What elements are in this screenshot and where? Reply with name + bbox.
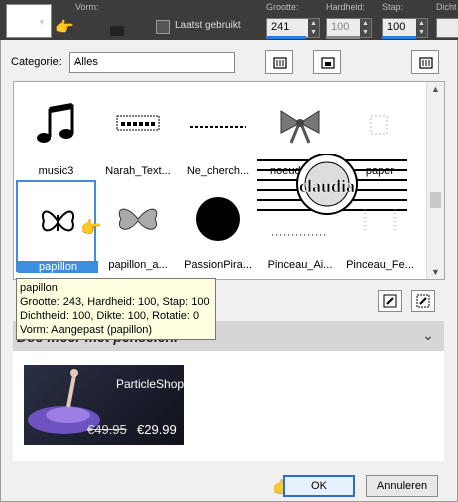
tooltip-size: Grootte: 243, Hardheid: 100, Stap: 100 (20, 296, 210, 308)
brush-item-label: music3 (38, 165, 74, 177)
particleshop-promo[interactable]: ParticleShop €49.95 €29.99 (24, 365, 184, 445)
brush-item-label: PassionPira... (184, 259, 252, 271)
scrollbar-thumb[interactable] (430, 192, 441, 208)
dotted-brush-icon (344, 184, 416, 254)
import-icon (321, 57, 335, 69)
grid-icon (273, 57, 287, 69)
brush-item-label: Pinceau_Ai... (267, 259, 333, 271)
text-brush-icon (182, 90, 254, 160)
size-slider-bar[interactable] (266, 36, 306, 39)
edit-brush-icon (416, 294, 430, 308)
speckle-brush-icon (264, 184, 336, 254)
chevron-down-icon[interactable]: ▼ (38, 18, 46, 27)
size-label: Grootte: (266, 2, 299, 12)
shape-label: Vorm: (75, 2, 99, 12)
brush-item[interactable]: papillon_a... (98, 180, 178, 272)
recent-label: Laatst gebruikt (175, 20, 241, 31)
hardness-value: 100 (331, 21, 350, 33)
brush-item[interactable]: Narah_Text... (98, 86, 178, 178)
hardness-spinner[interactable]: 100 ▲ ▼ (326, 18, 372, 38)
brush-gallery: music3 Narah_Text... Ne_cherch... noeud_… (13, 81, 445, 280)
step-spinner[interactable]: 100 ▲ ▼ (382, 18, 428, 38)
ok-button[interactable]: OK (283, 475, 355, 497)
density-label: Dicht (436, 2, 457, 12)
music-note-icon (20, 90, 92, 160)
edit-brush-button[interactable] (411, 290, 435, 312)
brush-item-label: Ne_cherch... (186, 165, 250, 177)
size-value: 241 (271, 21, 290, 33)
brush-item[interactable]: Pinceau_Ai... (260, 180, 340, 272)
density-spinner[interactable] (436, 18, 458, 38)
grid-icon (419, 57, 433, 69)
shape-swatch[interactable] (110, 26, 124, 36)
tooltip-name: papillon (20, 282, 58, 294)
brush-item-label: papillon_a... (108, 259, 168, 271)
hardness-label: Hardheid: (326, 2, 366, 12)
tooltip-density: Dichtheid: 100, Dikte: 100, Rotatie: 0 (20, 310, 200, 322)
hardness-slider-bar[interactable] (326, 36, 360, 39)
tooltip-shape: Vorm: Aangepast (papillon) (20, 324, 153, 336)
butterfly-art-icon (102, 184, 174, 254)
category-select[interactable]: Alles ⌄ (69, 52, 235, 73)
gallery-scrollbar[interactable]: ▲ ▼ (426, 82, 444, 279)
paris-text-icon (102, 90, 174, 160)
brush-item-label: papillon (18, 261, 98, 273)
brush-item[interactable]: Ne_cherch... (178, 86, 258, 178)
brush-item-label: Narah_Text... (105, 165, 171, 177)
pointing-hand-icon: 👉 (55, 19, 74, 36)
new-brush-button[interactable] (378, 290, 402, 312)
step-label: Stap: (382, 2, 404, 12)
chevron-up-icon[interactable]: ▲ (431, 84, 440, 94)
tool-options-bar: ▼ 👉 Vorm: Laatst gebruikt Grootte: 241 ▲… (0, 0, 458, 40)
spinner-arrows-icon[interactable]: ▲ ▼ (360, 19, 371, 37)
new-brush-icon (383, 294, 397, 308)
brush-item[interactable]: PassionPira... (178, 180, 258, 272)
manage-brushes-button[interactable] (411, 50, 439, 74)
promo-title: ParticleShop (116, 377, 184, 391)
step-value: 100 (387, 21, 406, 33)
chevron-down-icon: ⌄ (74, 56, 82, 66)
paper-texture-icon (344, 90, 416, 160)
bow-icon (264, 90, 336, 160)
brush-tooltip: papillon Grootte: 243, Hardheid: 100, St… (16, 278, 216, 340)
new-price: €29.99 (137, 422, 177, 437)
brush-item[interactable]: Pinceau_Fe... (340, 180, 420, 272)
size-spinner[interactable]: 241 ▲ ▼ (266, 18, 320, 38)
spinner-arrows-icon[interactable]: ▲ ▼ (416, 19, 427, 37)
step-slider-bar[interactable] (382, 36, 416, 39)
brush-item-label: Pinceau_Fe... (346, 259, 414, 271)
spinner-arrows-icon[interactable]: ▲ ▼ (308, 19, 319, 37)
round-brush-icon (182, 184, 254, 254)
chevron-down-icon[interactable]: ⌄ (422, 327, 434, 344)
brush-settings-button[interactable] (265, 50, 293, 74)
category-label: Categorie: (11, 56, 62, 68)
brush-item[interactable]: music3 (16, 86, 96, 178)
chevron-down-icon[interactable]: ▼ (431, 267, 440, 277)
old-price: €49.95 (87, 422, 127, 437)
import-brush-button[interactable] (313, 50, 341, 74)
cancel-button[interactable]: Annuleren (366, 475, 438, 497)
recent-checkbox[interactable] (156, 20, 170, 34)
